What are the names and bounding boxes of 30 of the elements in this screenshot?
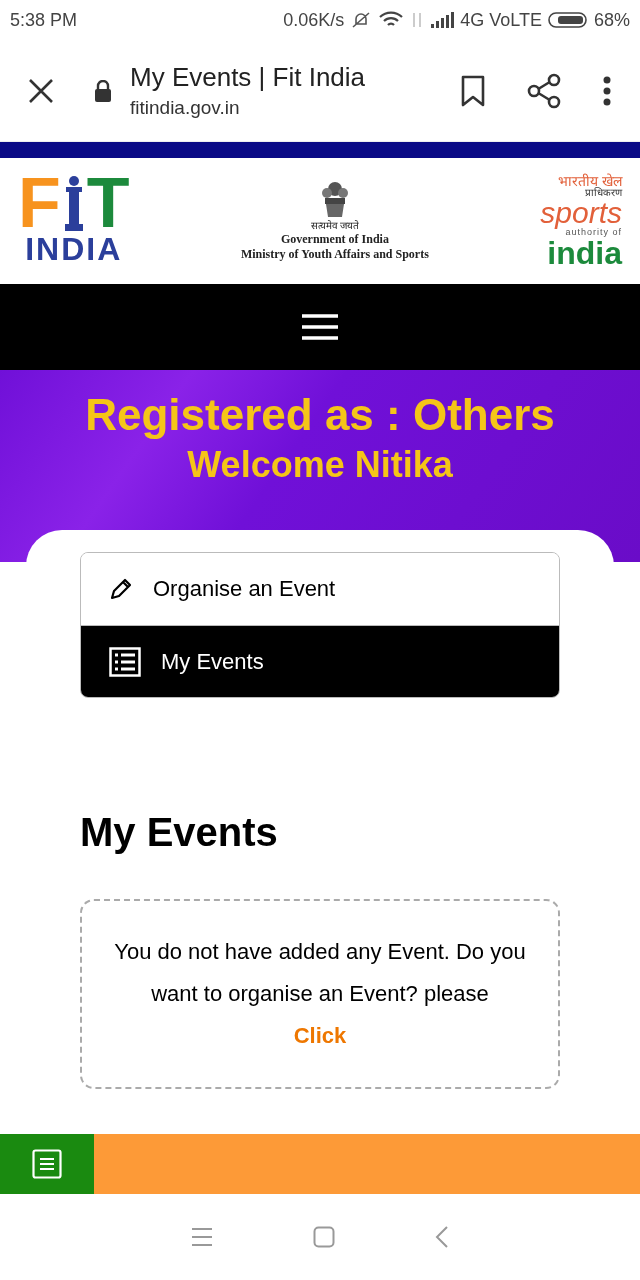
status-time: 5:38 PM bbox=[10, 9, 78, 31]
back-icon[interactable] bbox=[435, 1225, 449, 1249]
sai-logo[interactable]: भारतीय खेल प्राधिकरण sports authority of india bbox=[540, 173, 622, 269]
share-icon[interactable] bbox=[526, 72, 562, 109]
registered-as: Registered as : Others bbox=[85, 390, 555, 440]
emblem-motto: सत्यमेव जयते bbox=[310, 219, 360, 232]
page-url: fitindia.gov.in bbox=[130, 97, 241, 119]
home-icon[interactable] bbox=[313, 1226, 335, 1248]
fit-india-logo[interactable]: F T INDIA bbox=[18, 174, 130, 268]
section-heading: My Events bbox=[80, 810, 279, 855]
menu-item[interactable]: My Events bbox=[81, 625, 559, 697]
battery-icon bbox=[547, 11, 588, 29]
welcome-text: Welcome Nitika bbox=[187, 444, 453, 486]
government-name: Government of India bbox=[280, 232, 389, 247]
more-icon[interactable] bbox=[602, 75, 612, 106]
empty-message: You do not have added any Event. Do you want to organise an Event? please Click bbox=[102, 931, 538, 1057]
emblem-icon bbox=[319, 180, 350, 218]
signal-icon bbox=[430, 12, 455, 28]
list-icon bbox=[109, 646, 141, 677]
page-title: My Events | Fit India bbox=[130, 62, 367, 93]
network-type: 4G VoLTE bbox=[460, 9, 542, 31]
battery-percent: 68% bbox=[593, 9, 630, 31]
ministry-name: Ministry of Youth Affairs and Sports bbox=[240, 247, 429, 262]
close-icon[interactable] bbox=[28, 77, 54, 104]
lock-icon bbox=[94, 79, 112, 102]
footer-tab[interactable] bbox=[0, 1134, 94, 1194]
document-icon bbox=[32, 1149, 62, 1179]
bookmark-icon[interactable] bbox=[460, 74, 486, 107]
pencil-icon bbox=[109, 577, 133, 601]
network-speed: 0.06K/s bbox=[283, 9, 345, 31]
